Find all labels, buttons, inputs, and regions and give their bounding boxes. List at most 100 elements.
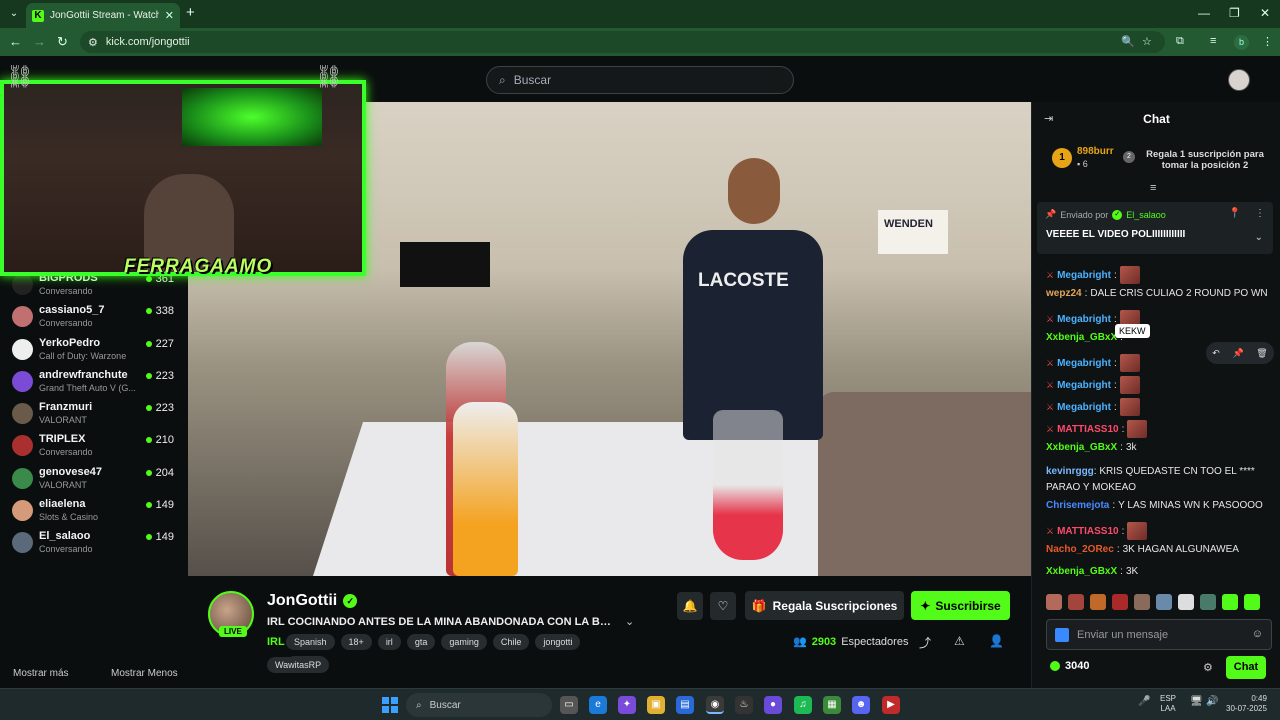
emote-icon[interactable] [1112,594,1128,610]
chat-message[interactable]: ⚔ MATTIASS10: [1046,420,1148,438]
tag-chip[interactable]: irl [377,634,401,650]
chat-settings-icon[interactable]: ⚙ [1203,661,1213,674]
search-input[interactable]: ⌕ Buscar [486,66,794,94]
sidebar-item-el_salaoo[interactable]: El_salaoo Conversando 149 [12,528,180,560]
back-icon[interactable]: ← [9,34,22,49]
chat-message[interactable]: Chrisemejota: Y LAS MINAS WN K PASOOOO [1046,500,1263,511]
chat-username[interactable]: Xxbenja_GBxX [1046,442,1117,453]
follow-heart-icon[interactable]: ♡ [710,592,736,620]
chat-username[interactable]: Megabright [1057,270,1111,281]
copilot-icon[interactable]: ✦ [618,696,636,714]
browser-menu-icon[interactable]: ⋮ [1262,35,1273,48]
keyboard-language[interactable]: ESP LAA [1160,694,1176,714]
windows-start-icon[interactable] [382,697,398,713]
chat-username[interactable]: wepz24 [1046,288,1082,299]
chat-message[interactable]: ⚔ Megabright: [1046,398,1140,416]
sidebar-item-genovese47[interactable]: genovese47 VALORANT 204 [12,464,180,496]
share-icon[interactable]: ⤴ [919,634,931,651]
task-view-icon[interactable]: ▭ [560,696,578,714]
more-options-icon[interactable]: ⋮ [1255,208,1265,219]
volume-icon[interactable]: 🔊 [1206,696,1218,707]
minecraft-icon[interactable]: ▦ [823,696,841,714]
chat-message[interactable]: Xxbenja_GBxX: 3K [1046,566,1138,577]
tab-list-icon[interactable]: ⌄ [6,6,22,22]
pin-message-icon[interactable]: 📌 [1232,348,1243,359]
chat-username[interactable]: Megabright [1057,314,1111,325]
network-icon[interactable]: 🖥 [1190,696,1203,707]
sidebar-item-yerkopedro[interactable]: YerkoPedro Call of Duty: Warzone 227 [12,335,180,367]
discord-icon[interactable]: ☻ [852,696,870,714]
chat-message[interactable]: Xxbenja_GBxX: [1046,332,1123,343]
kekw-emote-icon[interactable] [1119,266,1140,284]
chat-message[interactable]: kevinrggg: KRIS QUEDASTE CN TOO EL **** … [1046,464,1268,496]
chat-username[interactable]: Megabright [1057,358,1111,369]
follow-user-icon[interactable]: 👤 [989,634,1004,648]
emote-icon[interactable] [1244,594,1260,610]
bookmark-star-icon[interactable]: ☆ [1142,35,1152,48]
show-more-button[interactable]: Mostrar más [13,668,69,679]
file-explorer-icon[interactable]: ▣ [647,696,665,714]
chevron-down-icon[interactable]: ⌄ [625,615,634,628]
kekw-emote-icon[interactable] [1127,420,1148,438]
tag-chip[interactable]: gta [406,634,436,650]
subscribe-button[interactable]: ✦ Suscribirse [911,591,1010,620]
sidebar-item-cassiano5_7[interactable]: cassiano5_7 Conversando 338 [12,302,180,334]
emote-icon[interactable] [1178,594,1194,610]
chat-username[interactable]: kevinrggg [1046,466,1094,477]
kekw-emote-icon[interactable] [1119,354,1140,372]
emoji-icon[interactable]: ☺ [1252,628,1263,640]
kekw-emote-icon[interactable] [1119,398,1140,416]
kekw-emote-icon[interactable] [1127,522,1148,540]
pinned-message[interactable]: 📌 Enviado por ✓ El_salaoo 📍 ⋮ VEEEE EL V… [1037,202,1273,254]
chat-send-button[interactable]: Chat [1226,656,1266,679]
microphone-icon[interactable]: 🎤 [1138,696,1150,707]
reload-icon[interactable]: ↻ [57,34,68,50]
browser-profile-avatar[interactable]: b [1234,35,1249,50]
chat-filter-icon[interactable]: ≡ [1150,182,1156,194]
chat-message[interactable]: Nacho_2ORec: 3K HAGAN ALGUNAWEA [1046,544,1239,555]
tag-chip[interactable]: WawitasRP [267,657,330,673]
unpin-icon[interactable]: 📍 [1229,208,1241,219]
tag-chip[interactable]: Spanish [286,634,335,650]
zoom-icon[interactable]: 🔍 [1121,35,1135,48]
delete-icon[interactable]: 🗑 [1256,348,1267,359]
chat-message[interactable]: ⚔ Megabright: [1046,354,1140,372]
restore-icon[interactable]: ❐ [1229,6,1240,20]
sidebar-item-triplex[interactable]: TRIPLEX Conversando 210 [12,431,180,463]
gift-leaderboard[interactable]: 1 898burr ▪ 6 2 Regala 1 suscripción par… [1052,146,1272,176]
user-avatar[interactable] [1228,69,1250,91]
chat-message[interactable]: ⚔ Megabright: [1046,376,1140,394]
obs-icon[interactable]: ● [764,696,782,714]
streamer-name[interactable]: JonGottii ✓ [267,592,358,610]
forward-icon[interactable]: → [33,34,46,49]
chat-message[interactable]: wepz24: DALE CRIS CULIAO 2 ROUND PO WN [1046,288,1268,299]
store-icon[interactable]: ▤ [676,696,694,714]
system-clock[interactable]: 0:49 30-07-2025 [1226,694,1267,714]
chat-username[interactable]: MATTIASS10 [1057,526,1119,537]
taskbar-search-input[interactable]: ⌕ Buscar [406,693,552,717]
chat-username[interactable]: Megabright [1057,380,1111,391]
stream-category[interactable]: IRL [267,636,285,648]
channel-points[interactable]: 3040 [1050,660,1089,672]
emote-icon[interactable] [1068,594,1084,610]
tag-chip[interactable]: Chile [492,634,530,650]
kekw-emote-icon[interactable] [1119,376,1140,394]
tag-chip[interactable]: jongotti [535,634,581,650]
chat-username[interactable]: Xxbenja_GBxX [1046,566,1117,577]
browser-tab-active[interactable]: K JonGottii Stream - Watch Li ✕ [26,3,180,28]
reply-icon[interactable]: ↶ [1212,348,1220,359]
close-tab-icon[interactable]: ✕ [165,9,174,22]
site-info-icon[interactable]: ⚙ [88,36,98,49]
edge-icon[interactable]: e [589,696,607,714]
close-window-icon[interactable]: ✕ [1260,6,1270,20]
chat-username[interactable]: Xxbenja_GBxX [1046,332,1117,343]
chat-username[interactable]: Chrisemejota [1046,500,1109,511]
sidebar-item-franzmuri[interactable]: Franzmuri VALORANT 223 [12,399,180,431]
tag-chip[interactable]: 18+ [340,634,372,650]
emote-icon[interactable] [1156,594,1172,610]
chat-message[interactable]: ⚔ MATTIASS10: [1046,522,1148,540]
chat-message-input[interactable]: Enviar un mensaje ☺ [1046,619,1272,650]
emote-icon[interactable] [1090,594,1106,610]
url-field[interactable]: ⚙ kick.com/jongottii [80,31,1165,53]
emote-icon[interactable] [1200,594,1216,610]
